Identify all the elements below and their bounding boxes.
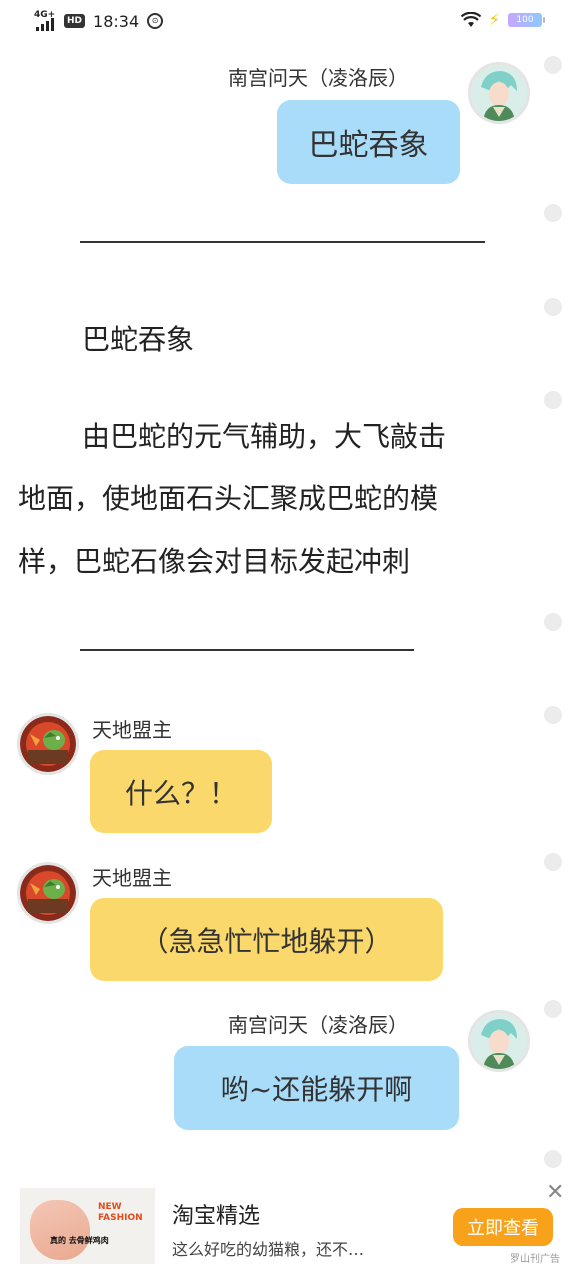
avatar-tiandi[interactable] [17,713,79,775]
wifi-icon [460,12,481,28]
ad-image[interactable]: NEW FASHION 真的 去骨鲜鸡肉 [20,1188,155,1264]
ad-banner[interactable]: NEW FASHION 真的 去骨鲜鸡肉 淘宝精选 这么好吃的幼猫粮，还不… 立… [0,1180,576,1280]
side-dot[interactable] [544,1150,562,1168]
sender-name: 南宫问天（凌洛辰） [228,1013,408,1037]
charging-bolt-icon: ⚡ [488,10,500,29]
avatar-tiandi[interactable] [17,862,79,924]
notification-circle-icon: ⊙ [147,13,164,29]
close-icon[interactable]: ✕ [546,1182,564,1204]
message-bubble[interactable]: 哟~还能躲开啊 [174,1046,459,1130]
view-now-button[interactable]: 立即查看 [453,1208,553,1246]
ad-label: 罗山刊广告 [510,1254,560,1265]
sender-name: 天地盟主 [92,866,172,890]
side-dot[interactable] [544,56,562,74]
status-bar: 4G+ HD 18:34 ⊙ ⚡ 100 [0,0,576,44]
ad-image-caption: 真的 去骨鲜鸡肉 [50,1236,109,1245]
ad-subtitle[interactable]: 这么好吃的幼猫粮，还不… [172,1236,364,1260]
side-dot[interactable] [544,298,562,316]
message-bubble[interactable]: 什么？！ [90,750,272,833]
battery-icon: 100 [508,13,545,27]
skill-name: 巴蛇吞象 [82,323,195,356]
sender-name: 天地盟主 [92,718,172,742]
cellular-signal-icon: 4G+ [34,10,56,32]
divider-line [80,649,414,651]
hd-badge: HD [64,14,86,28]
side-dot[interactable] [544,204,562,222]
description-line: 样，巴蛇石像会对目标发起冲刺 [18,545,411,578]
chat-screen: 4G+ HD 18:34 ⊙ ⚡ 100 南宫问天（凌洛辰） 巴蛇吞象 巴蛇吞象… [0,0,576,1280]
description-line: 由巴蛇的元气辅助，大飞敲击 [82,420,447,453]
message-bubble[interactable]: 巴蛇吞象 [277,100,460,184]
side-dot[interactable] [544,391,562,409]
avatar-nangong[interactable] [468,62,530,124]
ad-title[interactable]: 淘宝精选 [172,1198,260,1230]
divider-line [80,241,485,243]
chicken-product-image [30,1200,90,1260]
side-dot[interactable] [544,613,562,631]
side-dot[interactable] [544,853,562,871]
side-dot[interactable] [544,706,562,724]
status-time: 18:34 [93,11,140,31]
message-bubble[interactable]: （急急忙忙地躲开） [90,898,443,981]
description-line: 地面，使地面石头汇聚成巴蛇的模 [18,482,439,515]
ad-image-tag: NEW FASHION [98,1202,143,1223]
avatar-nangong[interactable] [468,1010,530,1072]
sender-name: 南宫问天（凌洛辰） [228,66,408,90]
side-dot[interactable] [544,1000,562,1018]
